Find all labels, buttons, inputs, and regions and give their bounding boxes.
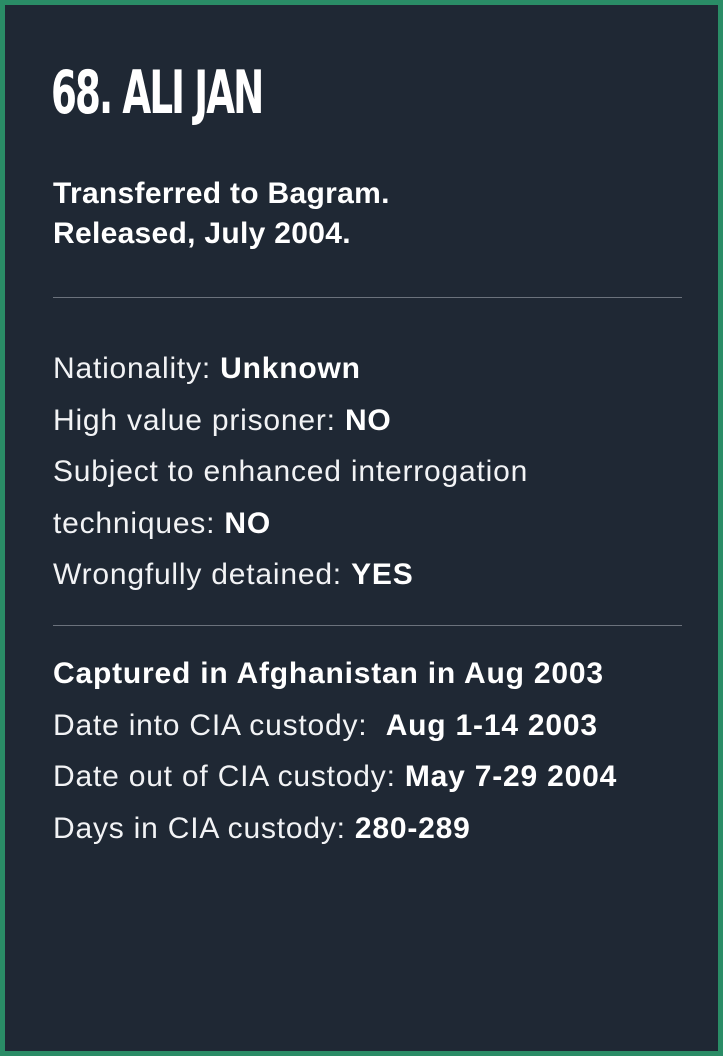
days-value: 280-289	[354, 811, 471, 845]
captured-statement: Captured in Afghanistan in Aug 2003	[53, 657, 604, 690]
wrongfully-detained-value: YES	[351, 558, 414, 591]
custody-date-in: Date into CIA custody: Aug 1-14 2003	[53, 700, 617, 752]
status-line-release: Released, July 2004.	[53, 217, 351, 250]
enhanced-interrogation-value: NO	[224, 506, 271, 540]
high-value-prisoner-value: NO	[344, 403, 392, 437]
custody-details: Captured in Afghanistan in Aug 2003 Date…	[53, 648, 617, 854]
detainee-facts: Nationality: Unknown High value prisoner…	[53, 343, 528, 601]
high-value-prisoner-label: High value prisoner:	[53, 403, 345, 437]
wrongfully-detained-label: Wrongfully detained:	[53, 558, 352, 591]
fact-enhanced-interrogation-cont: techniques: NO	[53, 498, 528, 550]
detainee-status: Transferred to Bagram. Released, July 20…	[53, 174, 390, 254]
fact-wrongfully-detained: Wrongfully detained: YES	[53, 549, 528, 601]
status-line-transfer: Transferred to Bagram.	[53, 177, 390, 210]
custody-days: Days in CIA custody: 280-289	[53, 803, 617, 855]
days-label: Days in CIA custody:	[53, 811, 355, 845]
divider-top	[53, 297, 682, 298]
fact-enhanced-interrogation: Subject to enhanced interrogation	[53, 446, 528, 498]
nationality-value: Unknown	[220, 352, 361, 385]
fact-high-value-prisoner: High value prisoner: NO	[53, 395, 528, 447]
detainee-card: 68. ALI JAN Transferred to Bagram. Relea…	[0, 0, 723, 1056]
fact-nationality: Nationality: Unknown	[53, 343, 528, 395]
enhanced-interrogation-label-line1: Subject to enhanced interrogation	[53, 455, 529, 488]
enhanced-interrogation-label-line2: techniques:	[53, 506, 225, 540]
custody-date-out: Date out of CIA custody: May 7-29 2004	[53, 751, 617, 803]
date-in-value: Aug 1-14 2003	[385, 708, 598, 742]
date-out-value: May 7-29 2004	[404, 760, 618, 793]
detainee-title: 68. ALI JAN	[51, 58, 264, 128]
divider-bottom	[53, 625, 682, 626]
nationality-label: Nationality:	[53, 352, 221, 385]
date-in-label: Date into CIA custody:	[53, 708, 386, 742]
date-out-label: Date out of CIA custody:	[53, 760, 405, 793]
